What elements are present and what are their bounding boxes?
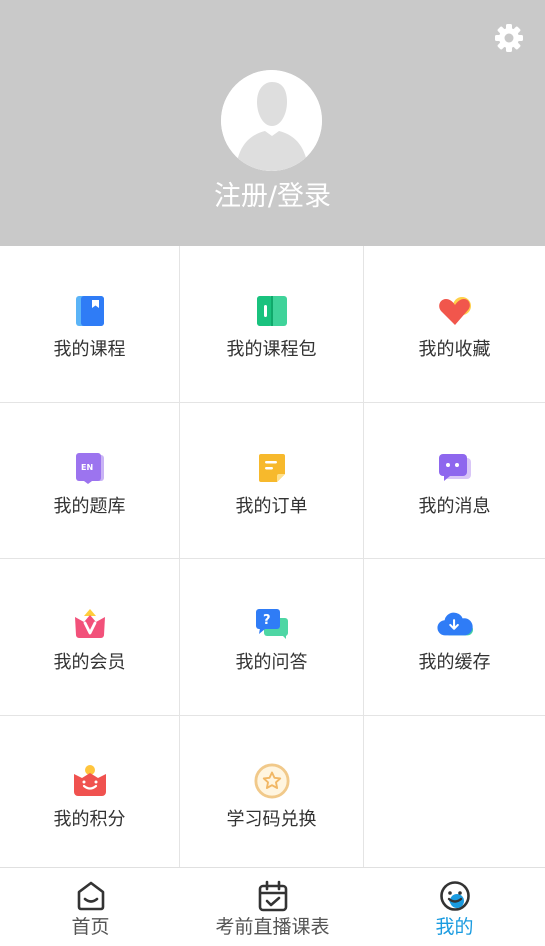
message-bubble-icon (438, 454, 471, 481)
menu-item-my-favorites[interactable]: 我的收藏 (364, 246, 545, 402)
menu-item-label: 我的题库 (53, 496, 126, 517)
menu-item-my-qa[interactable]: ? 我的问答 (180, 559, 363, 715)
menu-item-my-orders[interactable]: 我的订单 (180, 403, 363, 558)
profile-header: 注册/登录 (0, 0, 545, 246)
smiley-profile-icon (439, 881, 470, 911)
settings-button[interactable] (491, 20, 527, 56)
menu-item-my-courses[interactable]: 我的课程 (0, 246, 179, 402)
grid-divider (179, 246, 180, 868)
menu-item-my-points[interactable]: 我的积分 (0, 716, 179, 868)
grid-divider (0, 558, 545, 559)
svg-text:?: ? (263, 613, 271, 628)
tab-live-schedule[interactable]: 考前直播课表 (182, 868, 363, 946)
menu-item-my-question-bank[interactable]: EN 我的题库 (0, 403, 179, 558)
tab-label: 我的 (435, 916, 474, 938)
svg-text:EN: EN (81, 463, 93, 472)
question-bank-icon: EN (75, 453, 104, 484)
qa-bubble-icon: ? (255, 609, 288, 639)
course-package-icon (256, 296, 287, 326)
menu-item-label: 我的收藏 (418, 339, 491, 360)
menu-item-label: 我的课程 (53, 339, 126, 360)
login-register-link[interactable]: 注册/登录 (0, 178, 545, 216)
gear-icon (495, 24, 523, 52)
default-avatar-icon (221, 70, 322, 171)
vip-crown-icon (74, 609, 105, 638)
calendar-check-icon (258, 880, 287, 912)
grid-divider (0, 715, 545, 716)
menu-item-label: 我的订单 (235, 496, 308, 517)
cloud-download-icon (436, 612, 473, 636)
home-icon (77, 881, 104, 911)
menu-item-label: 我的会员 (53, 652, 126, 673)
bottom-tab-bar: 首页 考前直播课表 我的 (0, 867, 545, 946)
tab-label: 首页 (71, 916, 110, 938)
menu-item-label: 我的课程包 (226, 339, 317, 360)
menu-item-label: 我的缓存 (418, 652, 491, 673)
grid-divider (363, 246, 364, 868)
menu-item-label: 我的消息 (418, 496, 491, 517)
menu-item-my-messages[interactable]: 我的消息 (364, 403, 545, 558)
tab-home[interactable]: 首页 (0, 868, 181, 946)
menu-item-my-membership[interactable]: 我的会员 (0, 559, 179, 715)
points-bag-icon (73, 765, 106, 796)
star-coin-icon (253, 763, 290, 799)
course-book-icon (75, 296, 104, 326)
menu-item-label: 学习码兑换 (226, 809, 317, 830)
grid-divider (0, 402, 545, 403)
heart-tag-icon (438, 297, 471, 325)
tab-mine[interactable]: 我的 (364, 868, 545, 946)
menu-item-label: 我的积分 (53, 809, 126, 830)
tab-label: 考前直播课表 (215, 916, 330, 938)
menu-item-label: 我的问答 (235, 652, 308, 673)
menu-item-study-code-redeem[interactable]: 学习码兑换 (180, 716, 363, 868)
menu-item-my-course-package[interactable]: 我的课程包 (180, 246, 363, 402)
menu-item-my-cache[interactable]: 我的缓存 (364, 559, 545, 715)
menu-grid: 我的课程 我的课程包 我的收藏 EN 我的题库 我的订单 我的消息 我的会员 ?… (0, 246, 545, 868)
avatar[interactable] (221, 70, 322, 171)
order-note-icon (258, 454, 285, 482)
